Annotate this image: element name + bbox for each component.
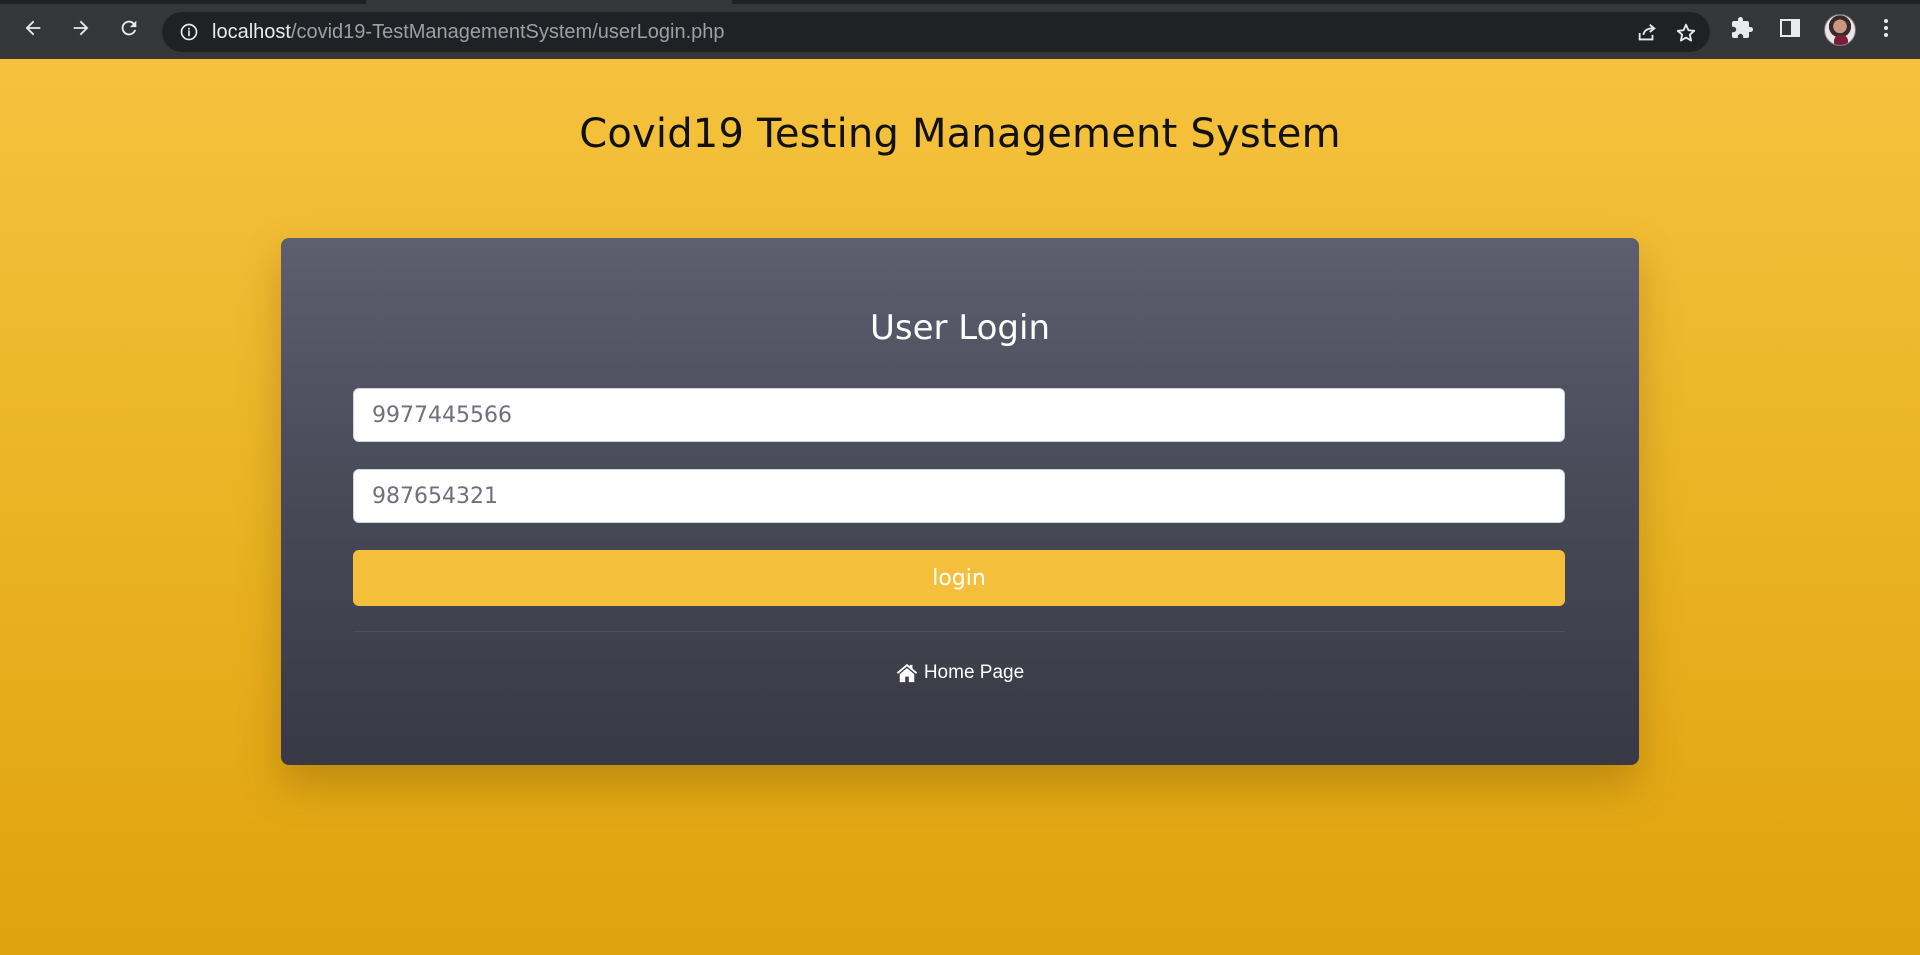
more-menu-button[interactable] [1872, 16, 1900, 44]
site-title: Covid19 Testing Management System [579, 111, 1341, 157]
login-card: User Login login Home Page [281, 238, 1639, 765]
address-bar[interactable]: localhost/covid19-TestManagementSystem/u… [162, 12, 1710, 52]
tab-strip-edge [0, 0, 1920, 4]
mobile-number-input[interactable] [353, 388, 1565, 442]
browser-toolbar: localhost/covid19-TestManagementSystem/u… [0, 0, 1920, 59]
home-link-label: Home Page [923, 662, 1025, 683]
divider [353, 631, 1565, 632]
password-input[interactable] [353, 469, 1565, 523]
side-panel-icon [1778, 16, 1802, 44]
back-button[interactable] [17, 14, 49, 46]
extensions-icon [1730, 16, 1754, 44]
forward-button[interactable] [65, 14, 97, 46]
home-page-link[interactable]: Home Page [281, 662, 1639, 684]
reload-button[interactable] [113, 14, 145, 46]
login-card-title: User Login [869, 308, 1051, 348]
side-panel-button[interactable] [1776, 16, 1804, 44]
info-icon[interactable] [178, 21, 200, 43]
home-icon [896, 663, 918, 683]
url-text: localhost/covid19-TestManagementSystem/u… [212, 21, 725, 44]
forward-arrow-icon [70, 17, 92, 43]
share-icon[interactable] [1634, 20, 1660, 46]
extensions-button[interactable] [1728, 16, 1756, 44]
page-body: Covid19 Testing Management System User L… [0, 59, 1920, 955]
reload-icon [118, 17, 140, 43]
profile-avatar[interactable] [1824, 14, 1856, 46]
star-icon[interactable] [1673, 20, 1699, 46]
url-path: /covid19-TestManagementSystem/userLogin.… [290, 20, 725, 43]
back-arrow-icon [22, 17, 44, 43]
login-button[interactable]: login [353, 550, 1565, 606]
more-menu-icon [1874, 16, 1898, 44]
url-host: localhost [212, 20, 291, 43]
active-tab-edge[interactable] [366, 0, 732, 4]
